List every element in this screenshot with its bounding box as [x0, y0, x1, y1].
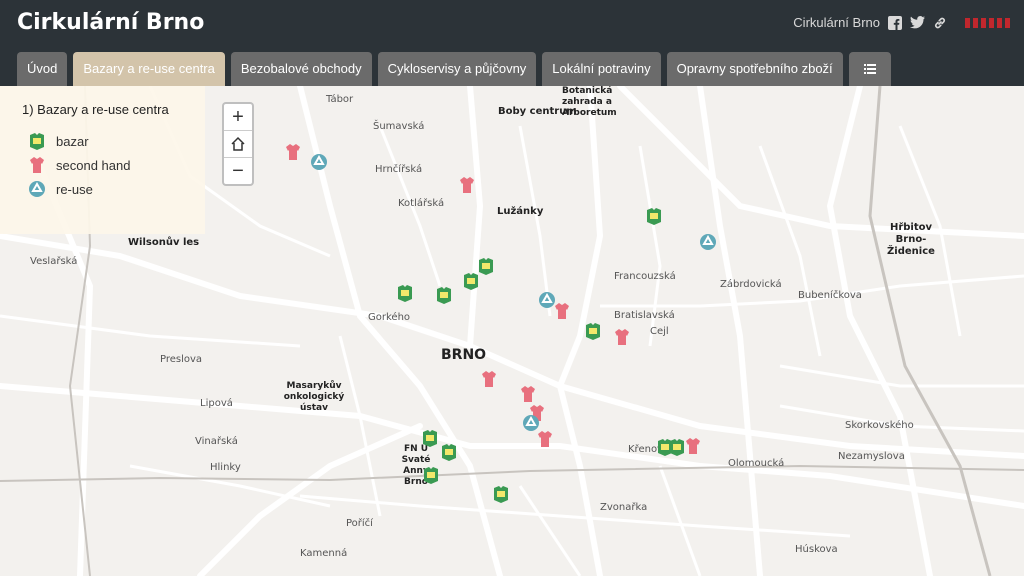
tab-uvod[interactable]: Úvod [17, 52, 68, 86]
legend-title: 1) Bazary a re-use centra [22, 102, 169, 117]
bazar-marker[interactable] [462, 272, 480, 290]
twitter-icon[interactable] [910, 16, 925, 29]
bazar-marker[interactable] [492, 485, 510, 503]
header-links: Cirkulární Brno [793, 15, 1010, 30]
tab-cykloservisy[interactable]: Cykloservisy a půjčovny [377, 52, 537, 86]
facebook-icon[interactable] [888, 15, 902, 30]
tab-bazary[interactable]: Bazary a re-use centra [73, 52, 225, 86]
legend-item-second-hand: second hand [28, 156, 130, 174]
bazar-marker[interactable] [396, 284, 414, 302]
legend-item-bazar: bazar [28, 132, 89, 150]
legend-item-reuse: re-use [28, 180, 93, 198]
bazar-marker[interactable] [440, 443, 458, 461]
zoom-out-button[interactable]: − [224, 158, 252, 184]
legend-label: re-use [56, 181, 93, 197]
bazar-marker[interactable] [435, 286, 453, 304]
legend-label: second hand [56, 157, 131, 173]
reuse-marker[interactable] [699, 233, 717, 251]
zoom-in-button[interactable]: + [224, 104, 252, 131]
reuse-marker[interactable] [310, 153, 328, 171]
bazar-marker[interactable] [422, 466, 440, 484]
bazar-marker[interactable] [645, 207, 663, 225]
flag-icon[interactable] [965, 17, 1010, 28]
tab-bar: Úvod Bazary a re-use centra Bezobalové o… [17, 52, 891, 86]
tab-opravny[interactable]: Opravny spotřebního zboží [666, 52, 843, 86]
second-hand-marker[interactable] [480, 370, 498, 388]
bazar-marker[interactable] [584, 322, 602, 340]
tab-menu[interactable] [848, 52, 891, 86]
second-hand-marker[interactable] [613, 328, 631, 346]
app-title: Cirkulární Brno [17, 10, 205, 35]
second-hand-marker[interactable] [519, 385, 537, 403]
second-hand-marker[interactable] [284, 143, 302, 161]
map-legend: 1) Bazary a re-use centra bazar second h… [0, 86, 205, 234]
link-icon[interactable] [933, 16, 947, 30]
bazar-icon [30, 133, 44, 150]
home-icon [231, 136, 245, 151]
app-header: Cirkulární Brno Cirkulární Brno Úvod Baz… [0, 0, 1024, 86]
legend-label: bazar [56, 133, 89, 149]
site-name-link[interactable]: Cirkulární Brno [793, 15, 880, 30]
bazar-marker[interactable] [421, 429, 439, 447]
second-hand-marker[interactable] [536, 430, 554, 448]
second-hand-marker[interactable] [458, 176, 476, 194]
menu-icon [863, 64, 876, 74]
tshirt-icon [30, 157, 44, 173]
tab-bezobalove[interactable]: Bezobalové obchody [230, 52, 372, 86]
recycle-icon [29, 181, 45, 197]
home-button[interactable] [224, 131, 252, 158]
second-hand-marker[interactable] [553, 302, 571, 320]
zoom-control: + − [222, 102, 254, 186]
second-hand-marker[interactable] [684, 437, 702, 455]
tab-potraviny[interactable]: Lokální potraviny [542, 52, 661, 86]
